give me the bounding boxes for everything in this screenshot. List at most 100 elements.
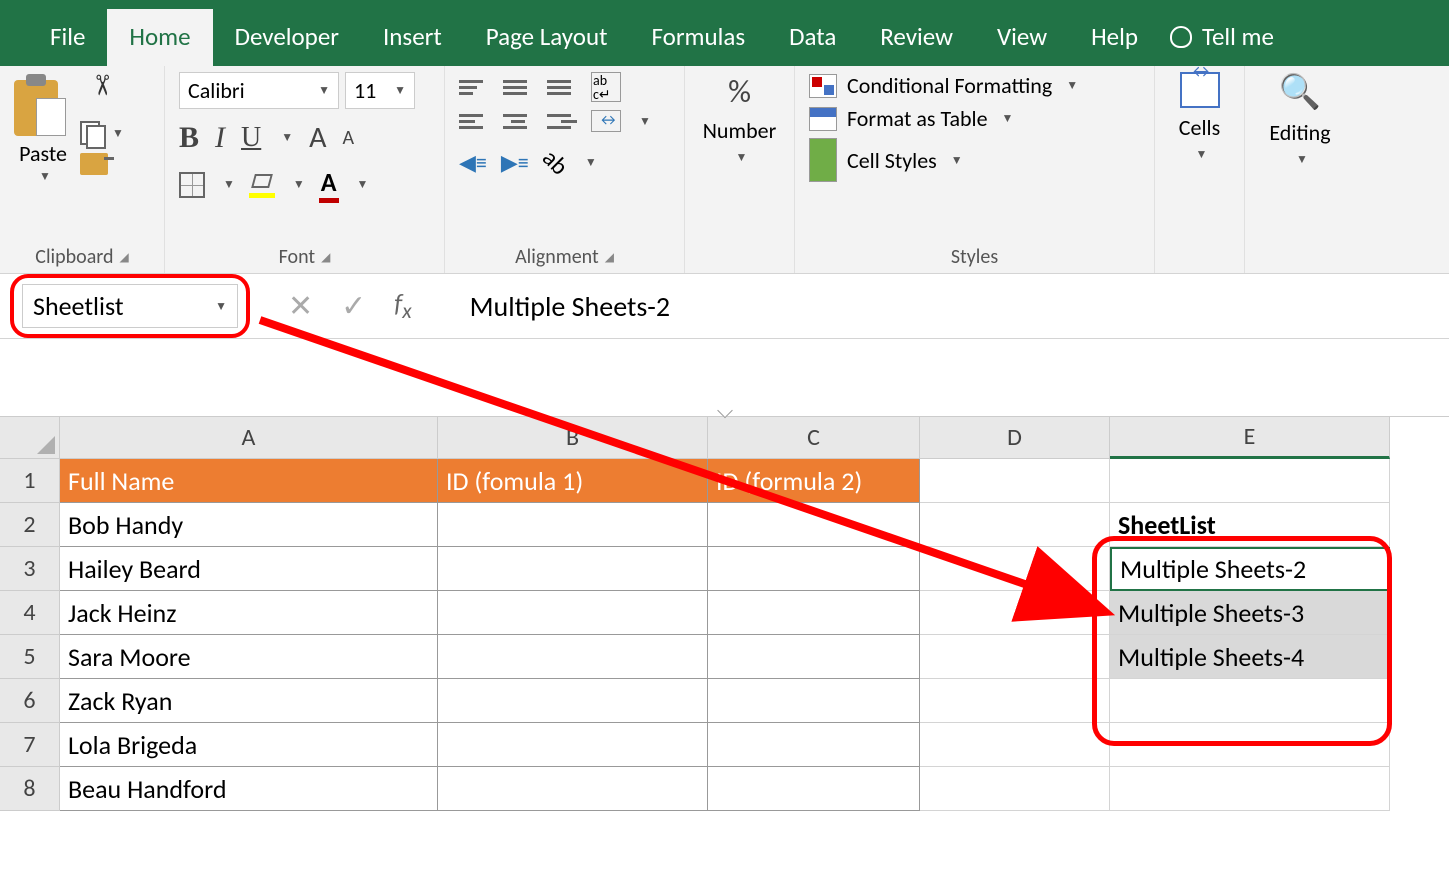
cell-e7[interactable] — [1110, 723, 1390, 767]
tab-help[interactable]: Help — [1069, 9, 1160, 66]
cut-icon[interactable]: ✂ — [84, 74, 119, 118]
tab-pagelayout[interactable]: Page Layout — [464, 9, 630, 66]
cell-d1[interactable] — [920, 459, 1110, 503]
tab-view[interactable]: View — [975, 9, 1069, 66]
cell-d8[interactable] — [920, 767, 1110, 811]
col-header-b[interactable]: B — [438, 417, 708, 459]
enter-icon[interactable]: ✓ — [341, 288, 366, 325]
cells-icon[interactable] — [1180, 72, 1220, 108]
editing-dropdown[interactable]: ▼ — [1296, 152, 1308, 167]
row-header-6[interactable]: 6 — [0, 679, 60, 723]
cell-b7[interactable] — [438, 723, 708, 767]
merge-center-button[interactable] — [591, 110, 621, 132]
cell-e1[interactable] — [1110, 459, 1390, 503]
align-right-icon[interactable] — [547, 114, 577, 129]
cell-c1[interactable]: ID (formula 2) — [708, 459, 920, 503]
tab-developer[interactable]: Developer — [213, 9, 361, 66]
cell-e6[interactable] — [1110, 679, 1390, 723]
cell-e8[interactable] — [1110, 767, 1390, 811]
cell-e4[interactable]: Multiple Sheets-3 — [1110, 591, 1390, 635]
editing-button[interactable]: Editing — [1269, 119, 1330, 146]
wrap-text-button[interactable]: abc↵ — [591, 72, 621, 102]
cell-styles-button[interactable]: Cell Styles▼ — [809, 138, 1140, 182]
cell-c5[interactable] — [708, 635, 920, 679]
underline-dropdown[interactable]: ▼ — [281, 130, 293, 145]
copy-dropdown[interactable]: ▼ — [112, 126, 124, 141]
alignment-dialog-launcher[interactable]: ◢ — [605, 250, 614, 265]
cancel-icon[interactable]: ✕ — [288, 288, 313, 325]
row-header-8[interactable]: 8 — [0, 767, 60, 811]
increase-font-icon[interactable]: A — [309, 119, 326, 156]
align-center-icon[interactable] — [503, 114, 533, 129]
paste-label[interactable]: Paste — [19, 140, 67, 167]
orientation-icon[interactable]: ab — [536, 144, 574, 182]
select-all-corner[interactable] — [0, 417, 60, 459]
decrease-font-icon[interactable]: A — [343, 126, 355, 150]
formula-content[interactable]: Multiple Sheets-2 — [470, 289, 670, 324]
font-size-select[interactable]: 11▼ — [345, 72, 415, 109]
fill-dropdown[interactable]: ▼ — [293, 177, 305, 192]
cell-b2[interactable] — [438, 503, 708, 547]
cell-e2[interactable]: SheetList — [1110, 503, 1390, 547]
cell-a8[interactable]: Beau Handford — [60, 767, 438, 811]
row-header-5[interactable]: 5 — [0, 635, 60, 679]
row-header-7[interactable]: 7 — [0, 723, 60, 767]
cell-a6[interactable]: Zack Ryan — [60, 679, 438, 723]
percent-icon[interactable]: % — [728, 72, 751, 111]
conditional-formatting-button[interactable]: Conditional Formatting▼ — [809, 72, 1140, 99]
cell-a2[interactable]: Bob Handy — [60, 503, 438, 547]
tab-review[interactable]: Review — [858, 9, 975, 66]
align-top-icon[interactable] — [459, 80, 489, 95]
increase-indent-icon[interactable]: ▶≡ — [501, 149, 529, 176]
cell-d6[interactable] — [920, 679, 1110, 723]
cell-e3[interactable]: Multiple Sheets-2 — [1110, 547, 1390, 591]
orientation-dropdown[interactable]: ▼ — [585, 155, 597, 170]
cell-d7[interactable] — [920, 723, 1110, 767]
format-as-table-button[interactable]: Format as Table▼ — [809, 105, 1140, 132]
cell-e5[interactable]: Multiple Sheets-4 — [1110, 635, 1390, 679]
cell-a4[interactable]: Jack Heinz — [60, 591, 438, 635]
cell-c2[interactable] — [708, 503, 920, 547]
clipboard-dialog-launcher[interactable]: ◢ — [119, 250, 128, 265]
col-header-c[interactable]: C — [708, 417, 920, 459]
cell-c6[interactable] — [708, 679, 920, 723]
col-header-a[interactable]: A — [60, 417, 438, 459]
cell-b1[interactable]: ID (fomula 1) — [438, 459, 708, 503]
cell-a3[interactable]: Hailey Beard — [60, 547, 438, 591]
font-name-select[interactable]: Calibri▼ — [179, 72, 339, 109]
merge-dropdown[interactable]: ▼ — [639, 114, 651, 129]
tab-file[interactable]: File — [28, 9, 107, 66]
name-box[interactable]: Sheetlist ▼ — [22, 284, 238, 328]
find-icon[interactable]: 🔍 — [1279, 72, 1321, 113]
copy-icon[interactable] — [80, 121, 104, 145]
cell-d4[interactable] — [920, 591, 1110, 635]
cells-button[interactable]: Cells — [1179, 114, 1220, 141]
align-bottom-icon[interactable] — [547, 80, 577, 95]
paste-icon[interactable] — [14, 72, 72, 138]
cell-b8[interactable] — [438, 767, 708, 811]
cell-d3[interactable] — [920, 547, 1110, 591]
row-header-2[interactable]: 2 — [0, 503, 60, 547]
cell-c7[interactable] — [708, 723, 920, 767]
cell-b5[interactable] — [438, 635, 708, 679]
font-color-button[interactable]: A — [319, 166, 339, 203]
paste-dropdown[interactable]: ▼ — [39, 169, 51, 184]
borders-dropdown[interactable]: ▼ — [223, 177, 235, 192]
cell-a1[interactable]: Full Name — [60, 459, 438, 503]
row-header-1[interactable]: 1 — [0, 459, 60, 503]
tab-formulas[interactable]: Formulas — [629, 9, 767, 66]
cell-d2[interactable] — [920, 503, 1110, 547]
tab-data[interactable]: Data — [767, 9, 858, 66]
cell-b6[interactable] — [438, 679, 708, 723]
align-left-icon[interactable] — [459, 114, 489, 129]
cell-c8[interactable] — [708, 767, 920, 811]
col-header-e[interactable]: E — [1110, 417, 1390, 459]
cell-c4[interactable] — [708, 591, 920, 635]
cell-d5[interactable] — [920, 635, 1110, 679]
format-painter-icon[interactable] — [80, 153, 108, 175]
tab-home[interactable]: Home — [107, 9, 212, 66]
bold-button[interactable]: B — [179, 121, 199, 155]
name-box-dropdown[interactable]: ▼ — [215, 299, 227, 314]
font-dialog-launcher[interactable]: ◢ — [321, 250, 330, 265]
col-header-d[interactable]: D — [920, 417, 1110, 459]
